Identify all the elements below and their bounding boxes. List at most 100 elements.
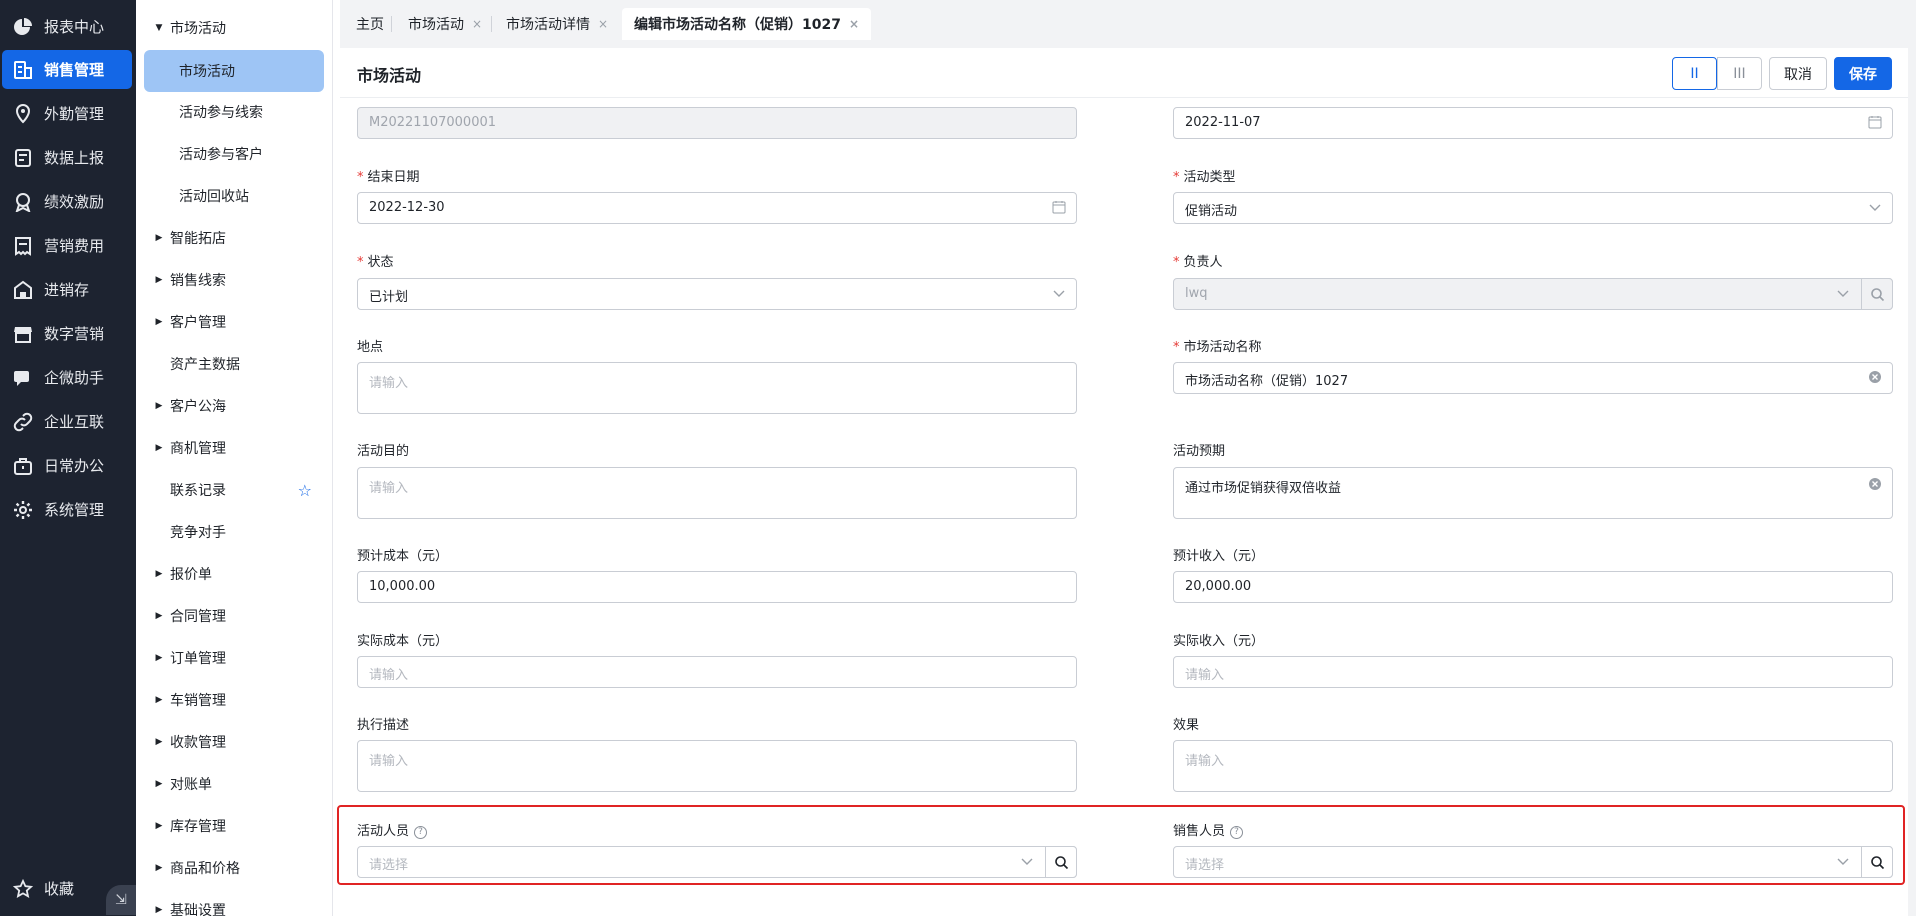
tab-edit-activity[interactable]: 编辑市场活动名称（促销）1027 × (622, 8, 872, 40)
actual-cost-label: 实际成本（元） (357, 634, 449, 649)
submenu-label: 客户管理 (170, 315, 226, 331)
submenu-label: 智能拓店 (170, 231, 226, 247)
star-icon[interactable]: ☆ (298, 481, 312, 500)
submenu-item-contact-records[interactable]: 联系记录 ☆ (142, 472, 322, 508)
nav-item-inventory[interactable]: 进销存 (2, 270, 132, 309)
nav-item-performance[interactable]: 绩效激励 (2, 182, 132, 221)
purpose-placeholder: 请输入 (369, 481, 409, 496)
execution-placeholder: 请输入 (369, 754, 409, 769)
submenu-label: 销售线索 (170, 273, 226, 289)
submenu-item-market-activity[interactable]: 市场活动 (144, 50, 324, 92)
sales-staff-placeholder: 请选择 (1185, 858, 1225, 873)
clear-icon[interactable] (1868, 370, 1882, 387)
submenu-item-activity-leads[interactable]: 活动参与线索 (144, 94, 324, 130)
tab-home[interactable]: 主页 (344, 8, 396, 40)
staff-select[interactable]: 请选择 (357, 846, 1077, 878)
clear-icon[interactable] (1868, 477, 1882, 494)
submenu-item-payments[interactable]: ▶ 收款管理 (142, 724, 322, 760)
end-date-field[interactable]: 2022-12-30 (357, 192, 1077, 224)
two-column-icon: II (1690, 65, 1699, 82)
close-icon[interactable]: × (598, 17, 608, 31)
est-cost-label: 预计成本（元） (357, 549, 449, 564)
submenu-item-customers[interactable]: ▶ 客户管理 (142, 304, 322, 340)
search-icon (1870, 287, 1884, 301)
caret-right-icon: ▶ (155, 401, 163, 411)
three-column-layout-button[interactable]: III (1717, 57, 1762, 90)
est-cost-input[interactable]: 10,000.00 (357, 571, 1077, 603)
owner-select[interactable]: lwq (1173, 278, 1893, 310)
nav-item-digital-marketing[interactable]: 数字营销 (2, 314, 132, 353)
two-column-layout-button[interactable]: II (1672, 57, 1717, 90)
nav-item-wecom[interactable]: 企微助手 (2, 358, 132, 397)
submenu-group-market-activity[interactable]: ▼ 市场活动 (142, 10, 322, 46)
submenu-item-activity-customers[interactable]: 活动参与客户 (144, 136, 324, 172)
purpose-input[interactable]: 请输入 (357, 467, 1077, 519)
submenu-label: 竞争对手 (170, 525, 226, 541)
submenu-item-quotes[interactable]: ▶ 报价单 (142, 556, 322, 592)
effect-input[interactable]: 请输入 (1173, 740, 1893, 792)
building-icon (12, 59, 34, 81)
location-input[interactable]: 请输入 (357, 362, 1077, 414)
submenu-label: 商品和价格 (170, 861, 240, 877)
nav-item-field[interactable]: 外勤管理 (2, 94, 132, 133)
submenu-item-activity-recycle[interactable]: 活动回收站 (144, 178, 324, 214)
close-icon[interactable]: × (849, 17, 859, 31)
collapse-icon: ⇲ (115, 892, 127, 908)
tab-market-activity[interactable]: 市场活动 × (396, 8, 494, 40)
submenu-item-contracts[interactable]: ▶ 合同管理 (142, 598, 322, 634)
submenu-item-basic-settings[interactable]: ▶ 基础设置 (142, 892, 322, 916)
nav-item-label: 系统管理 (44, 501, 105, 519)
owner-value: lwq (1185, 286, 1208, 301)
activity-type-select[interactable]: 促销活动 (1173, 192, 1893, 224)
sales-staff-select[interactable]: 请选择 (1173, 846, 1893, 878)
tab-label: 市场活动详情 (506, 17, 590, 33)
expectation-label: 活动预期 (1173, 444, 1226, 459)
nav-item-office[interactable]: 日常办公 (2, 446, 132, 485)
nav-item-system[interactable]: 系统管理 (2, 490, 132, 529)
nav-item-enterprise-link[interactable]: 企业互联 (2, 402, 132, 441)
submenu-item-products-prices[interactable]: ▶ 商品和价格 (142, 850, 322, 886)
submenu-item-van-sales[interactable]: ▶ 车销管理 (142, 682, 322, 718)
help-icon[interactable]: ? (414, 825, 428, 839)
sales-staff-label: 销售人员? (1173, 820, 1244, 839)
submenu-item-customer-pool[interactable]: ▶ 客户公海 (142, 388, 322, 424)
est-income-input[interactable]: 20,000.00 (1173, 571, 1893, 603)
cancel-button[interactable]: 取消 (1769, 57, 1827, 90)
actual-cost-input[interactable]: 请输入 (357, 656, 1077, 688)
submenu-item-orders[interactable]: ▶ 订单管理 (142, 640, 322, 676)
submenu-item-stock[interactable]: ▶ 库存管理 (142, 808, 322, 844)
submenu-label: 订单管理 (170, 651, 226, 667)
nav-item-data-report[interactable]: 数据上报 (2, 138, 132, 177)
nav-item-label: 销售管理 (44, 61, 105, 79)
submenu-item-asset-master[interactable]: 资产主数据 (142, 346, 322, 382)
tab-activity-detail[interactable]: 市场活动详情 × (494, 8, 620, 40)
est-income-label: 预计收入（元） (1173, 549, 1265, 564)
activity-code-field[interactable]: M20221107000001 (357, 107, 1077, 139)
effect-placeholder: 请输入 (1185, 754, 1225, 769)
expectation-input[interactable]: 通过市场促销获得双倍收益 (1173, 467, 1893, 519)
submenu-item-competitors[interactable]: 竞争对手 (142, 514, 322, 550)
chevron-down-icon (1836, 854, 1850, 871)
nav-item-sales[interactable]: 销售管理 (2, 50, 132, 89)
save-button[interactable]: 保存 (1834, 57, 1892, 90)
close-icon[interactable]: × (472, 17, 482, 31)
staff-search-button[interactable] (1045, 846, 1077, 878)
nav-item-reports[interactable]: 报表中心 (2, 7, 132, 46)
owner-search-button[interactable] (1861, 278, 1893, 310)
execution-label: 执行描述 (357, 718, 410, 733)
submenu-item-opportunities[interactable]: ▶ 商机管理 (142, 430, 322, 466)
submenu-item-statements[interactable]: ▶ 对账单 (142, 766, 322, 802)
execution-input[interactable]: 请输入 (357, 740, 1077, 792)
help-icon[interactable]: ? (1230, 825, 1244, 839)
sales-staff-search-button[interactable] (1861, 846, 1893, 878)
activity-name-input[interactable]: 市场活动名称（促销）1027 (1173, 362, 1893, 394)
submenu-item-sales-leads[interactable]: ▶ 销售线索 (142, 262, 322, 298)
submenu-label: 车销管理 (170, 693, 226, 709)
collapse-nav-button[interactable]: ⇲ (106, 885, 136, 915)
status-select[interactable]: 已计划 (357, 278, 1077, 310)
start-date-field[interactable]: 2022-11-07 (1173, 107, 1893, 139)
actual-income-input[interactable]: 请输入 (1173, 656, 1893, 688)
pie-chart-icon (12, 16, 34, 38)
submenu-item-smart-store[interactable]: ▶ 智能拓店 (142, 220, 322, 256)
nav-item-marketing-cost[interactable]: 营销费用 (2, 226, 132, 265)
